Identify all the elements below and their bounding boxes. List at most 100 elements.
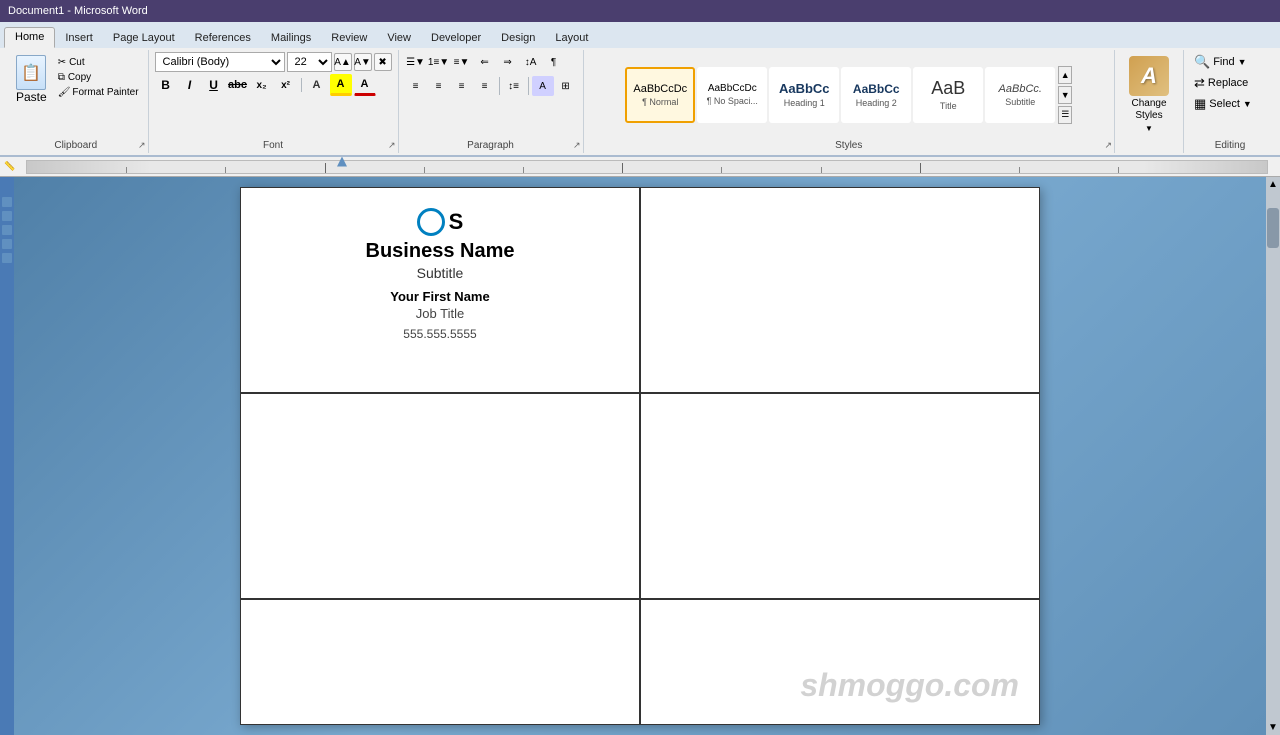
tab-home[interactable]: Home xyxy=(4,27,55,48)
italic-button[interactable]: I xyxy=(179,74,201,96)
align-center-button[interactable]: ≡ xyxy=(428,76,450,96)
font-size-select[interactable]: 22 xyxy=(287,52,332,72)
watermark: shmoggo.com xyxy=(800,667,1019,704)
sort-button[interactable]: ↕A xyxy=(520,52,542,72)
card-bot-right: shmoggo.com xyxy=(640,599,1040,725)
tab-review[interactable]: Review xyxy=(321,29,377,48)
left-bar-btn-4[interactable] xyxy=(2,239,12,249)
scroll-up-button[interactable]: ▲ xyxy=(1268,177,1278,192)
paragraph-expand-icon[interactable]: ↗ xyxy=(573,140,581,151)
editing-group: 🔍 Find ▼ ⇄ Replace ▦ Select ▼ Editing xyxy=(1184,50,1276,153)
scrollbar-thumb[interactable] xyxy=(1267,208,1279,248)
change-styles-icon: A xyxy=(1129,56,1169,96)
font-expand-icon[interactable]: ↗ xyxy=(388,140,396,151)
font-color-button[interactable]: A xyxy=(354,74,376,96)
style-heading2[interactable]: AaBbCc Heading 2 xyxy=(841,67,911,123)
clipboard-expand-icon[interactable]: ↗ xyxy=(138,140,146,151)
card-logo-circle xyxy=(417,208,445,236)
select-label: Select xyxy=(1209,98,1240,110)
title-bar-text: Document1 - Microsoft Word xyxy=(8,5,148,17)
paste-button[interactable]: 📋 Paste xyxy=(10,52,53,107)
card-top-right xyxy=(640,187,1040,393)
card-job-title: Job Title xyxy=(416,306,464,321)
borders-button[interactable]: ⊞ xyxy=(555,76,577,96)
format-painter-button[interactable]: 🖌 Format Painter xyxy=(55,86,142,99)
vertical-scrollbar[interactable]: ▲ ▼ xyxy=(1266,177,1280,735)
shading-button[interactable]: A xyxy=(532,76,554,96)
justify-button[interactable]: ≡ xyxy=(474,76,496,96)
style-scroll-up-button[interactable]: ▲ xyxy=(1058,66,1072,84)
left-bar-btn-5[interactable] xyxy=(2,253,12,263)
tab-page-layout[interactable]: Page Layout xyxy=(103,29,185,48)
ribbon: 📋 Paste ✂ Cut ⧉ Copy 🖌 Format Painter Cl… xyxy=(0,48,1280,157)
ruler-left-indicator: 📏 xyxy=(4,161,18,172)
subscript-button[interactable]: x₂ xyxy=(251,74,273,96)
tab-layout[interactable]: Layout xyxy=(545,29,598,48)
font-grow-button[interactable]: A▲ xyxy=(334,53,352,71)
scroll-down-button[interactable]: ▼ xyxy=(1268,720,1278,735)
tab-view[interactable]: View xyxy=(377,29,421,48)
font-clear-button[interactable]: ✖ xyxy=(374,53,392,71)
cut-icon: ✂ xyxy=(58,57,66,68)
font-label: Font xyxy=(149,140,398,151)
style-subtitle[interactable]: AaBbCc. Subtitle xyxy=(985,67,1055,123)
highlight-button[interactable]: A xyxy=(330,74,352,96)
format-painter-icon: 🖌 xyxy=(58,87,71,98)
paragraph-group: ☰▼ 1≡▼ ≡▼ ⇐ ⇒ ↕A ¶ ≡ ≡ ≡ xyxy=(399,50,584,153)
left-bar-btn-3[interactable] xyxy=(2,225,12,235)
font-name-select[interactable]: Calibri (Body) xyxy=(155,52,285,72)
tab-insert[interactable]: Insert xyxy=(55,29,103,48)
bullet-list-button[interactable]: ☰▼ xyxy=(405,52,427,72)
style-no-spacing[interactable]: AaBbCcDc ¶ No Spaci... xyxy=(697,67,767,123)
decrease-indent-button[interactable]: ⇐ xyxy=(474,52,496,72)
increase-indent-button[interactable]: ⇒ xyxy=(497,52,519,72)
numbered-list-button[interactable]: 1≡▼ xyxy=(428,52,450,72)
paste-label: Paste xyxy=(16,90,47,104)
show-hide-button[interactable]: ¶ xyxy=(543,52,565,72)
tab-references[interactable]: References xyxy=(185,29,261,48)
styles-expand-icon[interactable]: ↗ xyxy=(1104,140,1112,151)
tab-design[interactable]: Design xyxy=(491,29,545,48)
paste-icon: 📋 xyxy=(16,55,46,90)
editing-label: Editing xyxy=(1184,140,1276,151)
replace-icon: ⇄ xyxy=(1194,75,1205,91)
find-button[interactable]: 🔍 Find ▼ xyxy=(1190,52,1270,72)
card-logo-letter: S xyxy=(449,209,464,235)
align-right-button[interactable]: ≡ xyxy=(451,76,473,96)
replace-label: Replace xyxy=(1208,77,1248,89)
style-scroll-down-button[interactable]: ▼ xyxy=(1058,86,1072,104)
style-title[interactable]: AaB Title xyxy=(913,67,983,123)
style-scroll-controls: ▲ ▼ ☰ xyxy=(1058,66,1072,124)
cut-label: Cut xyxy=(69,57,85,68)
left-bar-btn-2[interactable] xyxy=(2,211,12,221)
copy-button[interactable]: ⧉ Copy xyxy=(55,71,142,84)
left-bar-btn-1[interactable] xyxy=(2,197,12,207)
superscript-button[interactable]: x² xyxy=(275,74,297,96)
text-effects-button[interactable]: A xyxy=(306,74,328,96)
tab-mailings[interactable]: Mailings xyxy=(261,29,321,48)
style-heading1[interactable]: AaBbCc Heading 1 xyxy=(769,67,839,123)
style-more-button[interactable]: ☰ xyxy=(1058,106,1072,124)
card-business-name: Business Name xyxy=(366,240,515,263)
font-group: Calibri (Body) 22 A▲ A▼ ✖ B I U abc x₂ x… xyxy=(149,50,399,153)
tab-developer[interactable]: Developer xyxy=(421,29,491,48)
style-row-1: AaBbCcDc ¶ Normal AaBbCcDc ¶ No Spaci...… xyxy=(625,67,1055,123)
line-spacing-button[interactable]: ↕≡ xyxy=(503,76,525,96)
font-shrink-button[interactable]: A▼ xyxy=(354,53,372,71)
content-area: S Business Name Subtitle Your First Name… xyxy=(14,177,1266,735)
style-normal[interactable]: AaBbCcDc ¶ Normal xyxy=(625,67,695,123)
left-sidebar xyxy=(0,177,14,735)
multilevel-list-button[interactable]: ≡▼ xyxy=(451,52,473,72)
bold-button[interactable]: B xyxy=(155,74,177,96)
replace-button[interactable]: ⇄ Replace xyxy=(1190,73,1270,93)
find-dropdown-arrow: ▼ xyxy=(1238,57,1247,67)
underline-button[interactable]: U xyxy=(203,74,225,96)
change-styles-label: ChangeStyles xyxy=(1131,98,1166,122)
strikethrough-button[interactable]: abc xyxy=(227,74,249,96)
card-bot-left xyxy=(240,599,640,725)
select-button[interactable]: ▦ Select ▼ xyxy=(1190,94,1270,114)
cut-button[interactable]: ✂ Cut xyxy=(55,56,142,69)
align-left-button[interactable]: ≡ xyxy=(405,76,427,96)
change-styles-button[interactable]: A ChangeStyles ▼ xyxy=(1121,52,1177,137)
ribbon-tabs: Home Insert Page Layout References Maili… xyxy=(0,22,1280,48)
